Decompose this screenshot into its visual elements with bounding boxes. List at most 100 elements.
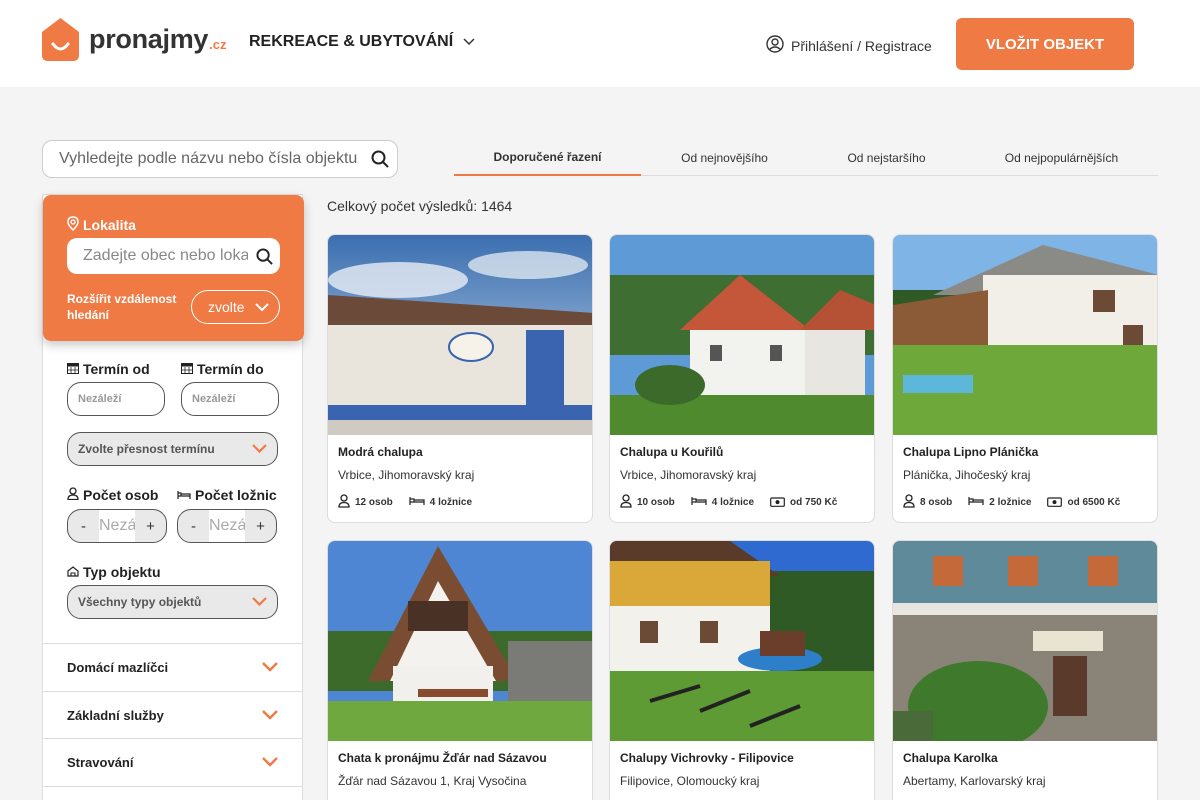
login-label: Přihlášení / Registrace — [791, 37, 932, 54]
header: pronajmy .cz REKREACE & UBYTOVÁNÍ Přihlá… — [0, 0, 1200, 87]
chevron-down-icon — [262, 660, 278, 675]
search-input[interactable] — [43, 150, 363, 168]
listing-location: Filipovice, Olomoucký kraj — [620, 774, 760, 788]
bedrooms-input[interactable] — [209, 510, 245, 542]
tab-newest[interactable]: Od nejnovějšího — [641, 140, 808, 176]
accordion-meals[interactable]: Stravování — [43, 738, 302, 785]
bedrooms-info: 4 ložnice — [691, 494, 754, 511]
search-icon[interactable] — [363, 150, 397, 168]
radius-select[interactable]: zvolte — [191, 290, 280, 324]
persons-info: 8 osob — [903, 494, 952, 511]
persons-plus-button[interactable]: + — [135, 518, 166, 535]
bedrooms-count: 4 ložnice — [711, 497, 755, 508]
calendar-icon — [181, 361, 193, 377]
bedrooms-minus-button[interactable]: - — [178, 518, 209, 535]
logo[interactable]: pronajmy .cz — [42, 18, 226, 61]
bedrooms-heading: Počet ložnic — [177, 487, 277, 503]
persons-info: 12 osob — [338, 494, 393, 511]
listing-meta: 12 osob 4 ložnice — [338, 494, 472, 511]
logo-text: pronajmy — [89, 24, 209, 54]
person-icon — [620, 494, 632, 511]
chevron-down-icon — [463, 33, 475, 51]
listing-photo — [328, 235, 592, 435]
persons-count: 12 osob — [355, 497, 393, 508]
sort-tabs: Doporučené řazení Od nejnovějšího Od nej… — [454, 140, 1158, 176]
money-icon — [1047, 496, 1063, 510]
chevron-down-icon — [252, 595, 267, 609]
calendar-icon — [67, 361, 79, 377]
bed-icon — [177, 487, 191, 503]
location-field — [67, 238, 280, 274]
money-icon — [770, 496, 785, 510]
tab-most-popular[interactable]: Od nejpopulárnějších — [965, 140, 1158, 176]
tab-oldest[interactable]: Od nejstaršího — [808, 140, 965, 176]
category-dropdown[interactable]: REKREACE & UBYTOVÁNÍ — [249, 33, 475, 51]
chevron-down-icon — [254, 299, 269, 315]
listing-photo — [610, 541, 874, 741]
date-precision-value: Zvolte přesnost termínu — [78, 442, 215, 456]
date-to-label: Termín do — [197, 361, 264, 377]
object-type-select[interactable]: Všechny typy objektů — [67, 585, 278, 619]
persons-info: 10 osob — [620, 494, 675, 511]
results-count: Celkový počet výsledků: 1464 — [327, 198, 513, 214]
listing-photo — [893, 235, 1157, 435]
bedrooms-plus-button[interactable]: + — [245, 518, 276, 535]
persons-minus-button[interactable]: - — [68, 518, 99, 535]
accordion-basic-services[interactable]: Základní služby — [43, 691, 302, 738]
date-from-field — [67, 382, 165, 416]
location-box: Lokalita Rozšířit vzdálenost hledání zvo… — [43, 195, 304, 341]
listing-location: Žďár nad Sázavou 1, Kraj Vysočina — [338, 774, 527, 788]
date-precision-select[interactable]: Zvolte přesnost termínu — [67, 432, 278, 466]
radius-label: Rozšířit vzdálenost hledání — [67, 292, 177, 322]
category-label: REKREACE & UBYTOVÁNÍ — [249, 33, 454, 50]
listing-card[interactable]: Chalupy Vichrovky - Filipovice Filipovic… — [609, 540, 875, 800]
price-info: od 750 Kč — [770, 494, 837, 511]
login-link[interactable]: Přihlášení / Registrace — [766, 35, 932, 56]
persons-heading: Počet osob — [67, 487, 158, 503]
accordion-label: Stravování — [67, 754, 134, 770]
date-to-heading: Termín do — [181, 361, 264, 377]
bedrooms-label: Počet ložnic — [195, 487, 277, 503]
location-input[interactable] — [67, 247, 248, 265]
listing-photo — [893, 541, 1157, 741]
price-info: od 6500 Kč — [1047, 494, 1120, 511]
accordion-more[interactable] — [43, 786, 302, 800]
tab-recommended[interactable]: Doporučené řazení — [454, 140, 641, 176]
date-from-input[interactable] — [68, 393, 164, 405]
date-to-input[interactable] — [182, 393, 278, 405]
listing-card[interactable]: Chata k pronájmu Žďár nad Sázavou Žďár n… — [327, 540, 593, 800]
persons-input[interactable] — [99, 510, 135, 542]
listing-card[interactable]: Chalupa Lipno Plánička Plánička, Jihočes… — [892, 234, 1158, 523]
bed-icon — [968, 496, 984, 509]
listing-photo — [328, 541, 592, 741]
date-from-label: Termín od — [83, 361, 150, 377]
person-icon — [67, 487, 79, 503]
listing-location: Vrbice, Jihomoravský kraj — [620, 468, 757, 482]
type-heading: Typ objektu — [67, 564, 161, 580]
accordion-pets[interactable]: Domácí mazlíčci — [43, 643, 302, 690]
bedrooms-info: 4 ložnice — [409, 494, 472, 511]
bedrooms-info: 2 ložnice — [968, 494, 1031, 511]
search-icon[interactable] — [248, 247, 280, 265]
bedrooms-count: 2 ložnice — [989, 497, 1032, 508]
location-title: Lokalita — [67, 216, 136, 234]
price-value: od 750 Kč — [790, 497, 838, 508]
listing-location: Abertamy, Karlovarský kraj — [903, 774, 1046, 788]
listing-card[interactable]: Chalupa u Kouřilů Vrbice, Jihomoravský k… — [609, 234, 875, 523]
listing-location: Vrbice, Jihomoravský kraj — [338, 468, 475, 482]
listing-card[interactable]: Chalupa Karolka Abertamy, Karlovarský kr… — [892, 540, 1158, 800]
listing-meta: 10 osob 4 ložnice od 750 Kč — [620, 494, 837, 511]
chevron-down-icon — [262, 708, 278, 723]
listing-photo — [610, 235, 874, 435]
bedrooms-stepper: - + — [177, 509, 277, 543]
object-type-value: Všechny typy objektů — [78, 595, 202, 609]
chevron-down-icon — [252, 442, 267, 456]
add-object-button[interactable]: VLOŽIT OBJEKT — [956, 18, 1134, 70]
listing-card[interactable]: Modrá chalupa Vrbice, Jihomoravský kraj … — [327, 234, 593, 523]
location-label: Lokalita — [83, 217, 136, 233]
chevron-down-icon — [262, 755, 278, 770]
accordion-label: Základní služby — [67, 707, 164, 723]
persons-count: 10 osob — [637, 497, 675, 508]
search-box — [42, 140, 398, 178]
persons-count: 8 osob — [920, 497, 953, 508]
